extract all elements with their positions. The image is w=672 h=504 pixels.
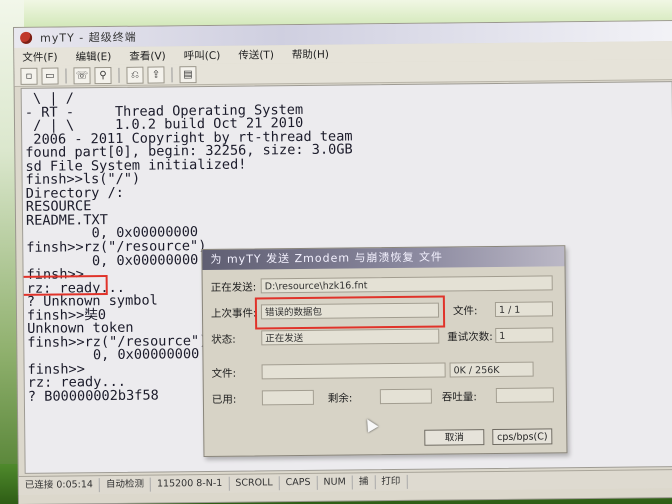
connect-icon[interactable]: ⚲ bbox=[94, 66, 112, 84]
last-event-label: 上次事件: bbox=[210, 307, 257, 320]
menu-edit[interactable]: 编辑(E) bbox=[75, 48, 111, 63]
file-progress-text: 0K / 256K bbox=[449, 361, 534, 378]
print-indicator: 打印 bbox=[375, 474, 408, 490]
caps-indicator: CAPS bbox=[279, 475, 318, 491]
remaining-field bbox=[379, 388, 432, 405]
file-progress-bar bbox=[261, 362, 446, 380]
window-title: myTY - 超级终端 bbox=[40, 30, 137, 45]
cps-bps-button[interactable]: cps/bps(C) bbox=[492, 428, 553, 446]
throughput-field bbox=[495, 387, 554, 403]
menu-file[interactable]: 文件(F) bbox=[22, 49, 57, 64]
files-field: 1 / 1 bbox=[494, 301, 554, 317]
hyperterminal-window: myTY - 超级终端 文件(F) 编辑(E) 查看(V) 呼叫(C) 传送(T… bbox=[14, 21, 672, 504]
retries-field: 1 bbox=[495, 327, 554, 343]
file-label: 文件: bbox=[211, 367, 237, 380]
terminal-line: ? B00000002b3f58 bbox=[27, 387, 159, 405]
terminal-area[interactable]: \ | / - RT - Thread Operating System / |… bbox=[20, 81, 672, 474]
toolbar-separator bbox=[118, 67, 120, 83]
send-icon[interactable]: ⇪ bbox=[147, 65, 165, 84]
retries-label: 重试次数: bbox=[447, 331, 493, 344]
readme-highlight-box bbox=[20, 275, 108, 296]
open-icon[interactable]: ▭ bbox=[41, 67, 59, 85]
properties-icon[interactable]: ▤ bbox=[179, 65, 197, 83]
app-icon bbox=[20, 31, 33, 44]
elapsed-label: 已用: bbox=[211, 393, 237, 406]
sending-label: 正在发送: bbox=[210, 281, 257, 294]
status-label: 状态: bbox=[211, 333, 236, 346]
capture-indicator: 捕 bbox=[352, 475, 376, 490]
scroll-indicator: SCROLL bbox=[229, 476, 280, 491]
disconnect-icon[interactable]: ⎌ bbox=[126, 66, 144, 84]
remaining-label: 剩余: bbox=[327, 392, 353, 405]
sending-field: D:\resource\hzk16.fnt bbox=[260, 275, 553, 294]
elapsed-field bbox=[261, 389, 314, 406]
last-event-highlight-box bbox=[254, 295, 446, 330]
auto-detect: 自动检测 bbox=[99, 477, 152, 493]
toolbar-separator bbox=[65, 67, 67, 83]
files-label: 文件: bbox=[452, 305, 478, 318]
menu-help[interactable]: 帮助(H) bbox=[292, 46, 329, 61]
num-indicator: NUM bbox=[317, 475, 353, 490]
connection-time: 已连接 0:05:14 bbox=[18, 478, 101, 493]
phone-icon[interactable]: ☏ bbox=[73, 66, 91, 84]
toolbar-separator bbox=[171, 66, 173, 82]
menu-view[interactable]: 查看(V) bbox=[129, 48, 166, 63]
baud-setting: 115200 8-N-1 bbox=[150, 476, 230, 492]
new-icon[interactable]: ▫ bbox=[20, 67, 38, 85]
dialog-title[interactable]: 为 myTY 发送 Zmodem 与崩溃恢复 文件 bbox=[202, 246, 565, 271]
menu-transfer[interactable]: 传送(T) bbox=[238, 47, 274, 62]
throughput-label: 吞吐量: bbox=[441, 391, 478, 404]
status-field: 正在发送 bbox=[261, 328, 440, 346]
zmodem-transfer-dialog: 为 myTY 发送 Zmodem 与崩溃恢复 文件 正在发送: D:\resou… bbox=[201, 245, 568, 458]
mouse-cursor bbox=[361, 416, 379, 433]
cancel-button[interactable]: 取消 bbox=[424, 429, 485, 446]
menu-call[interactable]: 呼叫(C) bbox=[184, 47, 221, 62]
